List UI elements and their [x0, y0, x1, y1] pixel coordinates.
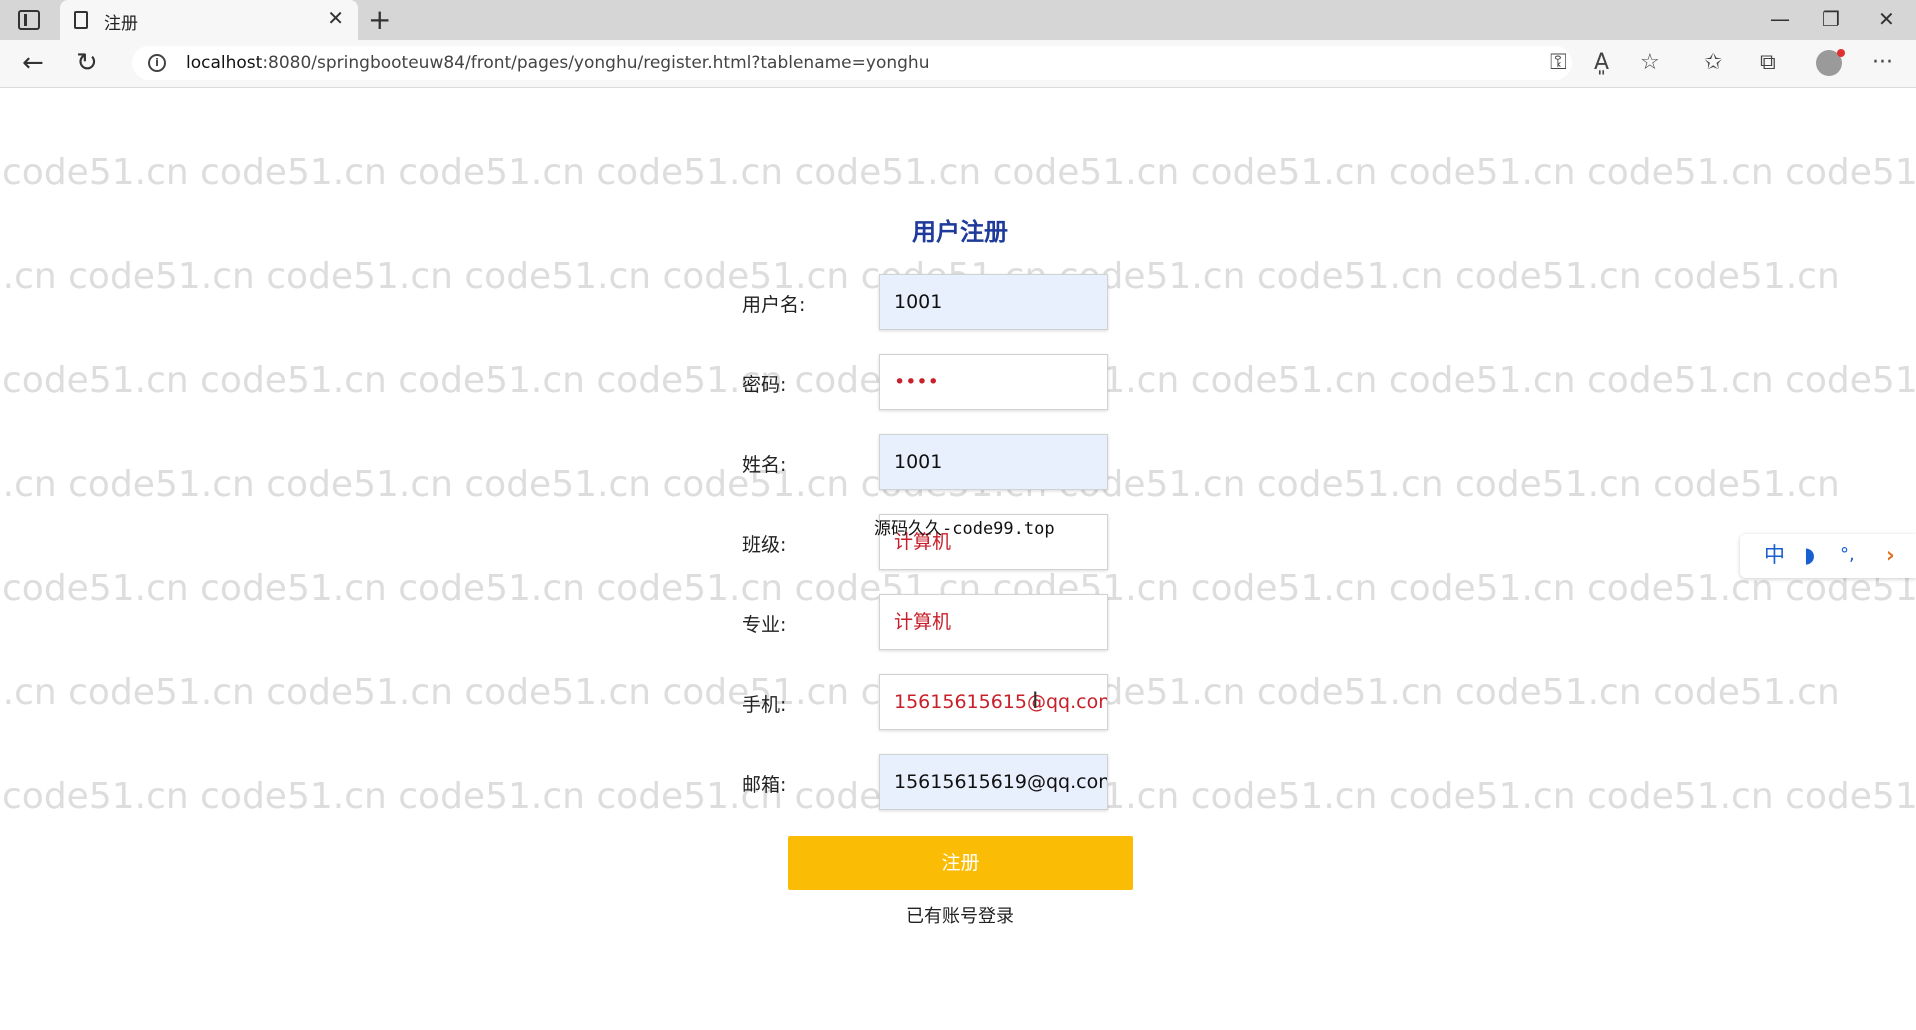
chevron-right-icon[interactable]: ›: [1886, 542, 1895, 568]
tab-strip: 注册 ✕ + — ❐ ✕: [0, 0, 1916, 40]
ime-toolbar: 中 ◗ °, ›: [1740, 534, 1916, 578]
notification-dot: [1837, 49, 1845, 57]
moon-icon[interactable]: ◗: [1804, 542, 1815, 568]
tab-title: 注册: [104, 14, 138, 34]
form-row-username: 用户名: 1001: [742, 274, 1108, 330]
username-label: 用户名:: [742, 294, 806, 316]
ime-language-toggle[interactable]: 中: [1764, 542, 1785, 568]
url-text[interactable]: localhost:8080/springbooteuw84/front/pag…: [186, 53, 929, 73]
form-row-major: 专业: 计算机: [742, 594, 1108, 650]
name-input[interactable]: 1001: [879, 434, 1108, 490]
overlay-watermark: 源码久久-code99.top: [874, 519, 1055, 539]
plus-icon[interactable]: +: [368, 4, 391, 36]
form-row-email: 邮箱: 15615615619@qq.con: [742, 754, 1108, 810]
register-button[interactable]: 注册: [788, 836, 1133, 890]
form-row-password: 密码: ••••: [742, 354, 1108, 410]
email-input[interactable]: 15615615619@qq.con: [879, 754, 1108, 810]
form-row-name: 姓名: 1001: [742, 434, 1108, 490]
tab-register[interactable]: 注册 ✕: [60, 0, 358, 40]
username-input[interactable]: 1001: [879, 274, 1108, 330]
info-icon[interactable]: i: [148, 54, 166, 72]
page-icon: [74, 11, 88, 29]
key-icon[interactable]: ⚿: [1550, 50, 1567, 76]
password-label: 密码:: [742, 374, 787, 396]
phone-label: 手机:: [742, 694, 787, 716]
restore-icon[interactable]: ❐: [1822, 6, 1840, 32]
email-label: 邮箱:: [742, 774, 787, 796]
text-cursor-icon: Ⅰ: [1032, 689, 1039, 714]
url-path: :8080/springbooteuw84/front/pages/yonghu…: [262, 53, 930, 73]
name-label: 姓名:: [742, 454, 787, 476]
more-icon[interactable]: ···: [1872, 50, 1893, 76]
favorites-icon[interactable]: ✩: [1704, 50, 1722, 76]
phone-input[interactable]: 15615615615@qq.con: [879, 674, 1108, 730]
url-field[interactable]: i localhost:8080/springbooteuw84/front/p…: [132, 46, 1572, 80]
major-input[interactable]: 计算机: [879, 594, 1108, 650]
login-link[interactable]: 已有账号登录: [860, 902, 1060, 928]
collections-icon[interactable]: ⧉: [1760, 50, 1776, 76]
url-host: localhost: [186, 53, 263, 73]
back-icon[interactable]: ←: [22, 48, 44, 78]
punctuation-icon[interactable]: °,: [1840, 542, 1855, 568]
close-icon[interactable]: ✕: [327, 8, 344, 28]
page-title: 用户注册: [912, 218, 1008, 246]
major-label: 专业:: [742, 614, 787, 636]
sidebar-toggle-icon[interactable]: [18, 10, 40, 30]
password-input[interactable]: ••••: [879, 354, 1108, 410]
address-bar: ← ↻ i localhost:8080/springbooteuw84/fro…: [0, 40, 1916, 88]
reload-icon[interactable]: ↻: [76, 48, 98, 78]
watermark-row: code51.cn code51.cn code51.cn code51.cn …: [0, 88, 1840, 89]
watermark-row: code51.cn code51.cn code51.cn code51.cn …: [2, 152, 1916, 193]
class-label: 班级:: [742, 534, 787, 556]
form-row-phone: 手机: 15615615615@qq.con: [742, 674, 1108, 730]
minimize-icon[interactable]: —: [1770, 6, 1790, 32]
read-aloud-icon[interactable]: A͈: [1594, 50, 1609, 76]
add-favorite-icon[interactable]: ☆: [1640, 50, 1660, 76]
window-close-icon[interactable]: ✕: [1878, 6, 1895, 32]
